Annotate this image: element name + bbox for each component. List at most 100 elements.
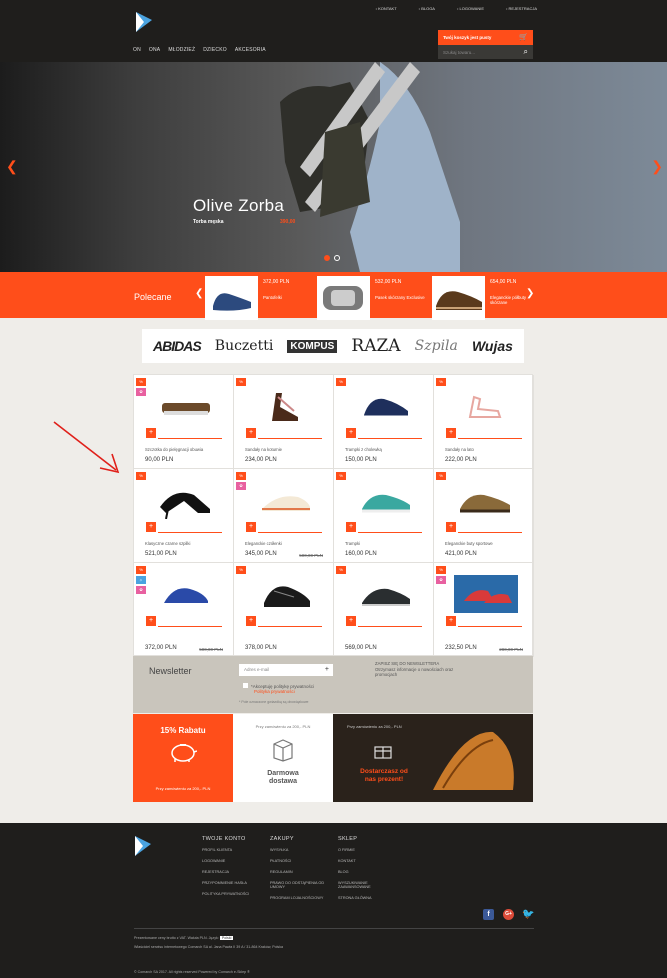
language-select[interactable]: Polski (219, 936, 234, 940)
product-name[interactable]: Sandały na koturnie (245, 447, 282, 452)
brand-logo[interactable]: ABIDAS (153, 338, 202, 354)
footer-link[interactable]: KONTAKT (338, 859, 388, 864)
product-image[interactable] (454, 481, 518, 519)
promo-free-shipping[interactable]: Przy zamówieniu za 200,- PLN Darmowa dos… (233, 714, 333, 802)
top-link-login[interactable]: LOGOWANIE (457, 6, 485, 11)
add-to-cart-button[interactable]: + (446, 428, 456, 438)
product-image[interactable] (354, 387, 418, 425)
product-card[interactable]: % +378,00 PLN (234, 563, 334, 657)
twitter-icon[interactable]: 🐦 (522, 909, 534, 920)
recommended-prev-icon[interactable]: ❮ (195, 288, 203, 299)
product-name[interactable]: Eleganckie czółenki (245, 541, 282, 546)
footer-link[interactable]: PROGRAM LOJALNOŚCIOWY (270, 896, 330, 901)
footer-link[interactable]: O FIRMIE (338, 848, 388, 853)
product-image[interactable] (254, 575, 318, 613)
product-image[interactable] (454, 387, 518, 425)
add-to-cart-button[interactable]: + (146, 522, 156, 532)
brand-logo[interactable]: RAZA (351, 336, 400, 356)
product-image[interactable] (154, 481, 218, 519)
add-to-cart-button[interactable]: + (346, 616, 356, 626)
add-to-cart-button[interactable]: + (246, 522, 256, 532)
promo-discount[interactable]: 15% Rabatu Przy zamówieniu za 200,- PLN (133, 714, 233, 802)
product-card[interactable]: % +569,00 PLN (334, 563, 434, 657)
footer-link[interactable]: PRAWO DO ODSTĄPIENIA OD UMOWY (270, 881, 330, 890)
footer-link[interactable]: PŁATNOŚCI (270, 859, 330, 864)
add-to-cart-button[interactable]: + (246, 428, 256, 438)
recommended-item[interactable]: 372,00 PLN Pantofelki (205, 276, 317, 320)
newsletter-email-field[interactable]: Adres e-mail + (239, 664, 333, 676)
add-to-cart-button[interactable]: + (146, 428, 156, 438)
add-to-cart-button[interactable]: + (346, 428, 356, 438)
footer-link[interactable]: REJESTRACJA (202, 870, 249, 875)
product-card[interactable]: % + Sandały na koturnie 234,00 PLN (234, 375, 334, 469)
checkbox-icon[interactable] (243, 683, 248, 688)
product-name[interactable]: Eleganckie buty sportowe (445, 541, 493, 546)
add-to-cart-button[interactable]: + (446, 616, 456, 626)
brand-logo[interactable]: KOMPUS (287, 339, 338, 353)
hero-next-arrow-icon[interactable]: ❯ (651, 158, 663, 175)
footer-link[interactable]: PRZYPOMNIENIE HASŁA (202, 881, 249, 886)
product-name[interactable]: Sandały na lato (445, 447, 474, 452)
brand-logo[interactable]: Wujas (472, 338, 513, 354)
footer-link[interactable]: POLITYKA PRYWATNOŚCI (202, 892, 249, 897)
brand-logo[interactable]: Szpila (415, 338, 458, 354)
product-card[interactable]: % + Eleganckie buty sportowe 421,00 PLN (434, 469, 534, 563)
product-card[interactable]: % + Trampki z cholewką 150,00 PLN (334, 375, 434, 469)
product-card[interactable]: % ☼ ✿ +372,00 PLN 500,00 PLN (134, 563, 234, 657)
top-link-blog[interactable]: BLOGA (419, 6, 435, 11)
product-image[interactable] (254, 481, 318, 519)
product-card[interactable]: % + Klasyczne czarne szpilki 521,00 PLN (134, 469, 234, 563)
hero-prev-arrow-icon[interactable]: ❮ (6, 158, 18, 175)
product-name[interactable]: Szczotka do pielęgnacji obuwia (145, 447, 203, 452)
nav-mlodziez[interactable]: MŁODZIEŻ (168, 47, 195, 53)
facebook-icon[interactable]: f (483, 909, 494, 920)
nav-dziecko[interactable]: DZIECKO (203, 47, 227, 53)
recommended-item[interactable]: 532,00 PLN Pasek skórzany Exclusive (317, 276, 429, 320)
product-image[interactable] (354, 481, 418, 519)
product-image[interactable] (154, 387, 218, 425)
footer-link[interactable]: BLOG (338, 870, 388, 875)
footer-link[interactable]: STRONA GŁÓWNA (338, 896, 388, 901)
footer-link[interactable]: WYSYŁKA (270, 848, 330, 853)
footer-link[interactable]: LOGOWANIE (202, 859, 249, 864)
search-icon[interactable]: ⌕ (524, 47, 528, 57)
product-card[interactable]: % ✿ + Eleganckie czółenki 345,00 PLN 500,00 P… (234, 469, 334, 563)
hero-dot-1[interactable] (324, 255, 330, 261)
logo[interactable] (136, 12, 152, 32)
newsletter-submit-icon[interactable]: + (325, 666, 329, 673)
nav-ona[interactable]: ONA (149, 47, 160, 53)
add-to-cart-button[interactable]: + (246, 616, 256, 626)
nav-akcesoria[interactable]: AKCESORIA (235, 47, 266, 53)
add-to-cart-button[interactable]: + (446, 522, 456, 532)
brand-logo[interactable]: Buczetti (215, 338, 274, 354)
add-to-cart-button[interactable]: + (146, 616, 156, 626)
search-input[interactable]: Szukaj towaru... ⌕ (438, 45, 533, 59)
product-card[interactable]: % + Trampki 160,00 PLN (334, 469, 434, 563)
top-link-register[interactable]: REJESTRACJA (506, 6, 537, 11)
nav-on[interactable]: ON (133, 47, 141, 53)
cart-button[interactable]: Twój koszyk jest pusty 🛒 (438, 30, 533, 45)
recommended-bar: Polecane ❮ ❯ 372,00 PLN Pantofelki 532,0… (0, 272, 667, 320)
product-name[interactable]: Trampki z cholewką (345, 447, 382, 452)
hero-banner[interactable]: Olive Zorba Torba męska 390,00 ❮ ❯ (0, 62, 667, 272)
product-image[interactable] (354, 575, 418, 613)
promo-gift[interactable]: Przy zamówieniu za 200,- PLN Dostarczasz… (333, 714, 533, 802)
product-card[interactable]: % ✿ + Szczotka do pielęgnacji obuwia 90,00 P… (134, 375, 234, 469)
product-card[interactable]: % + Sandały na lato 222,00 PLN (434, 375, 534, 469)
google-plus-icon[interactable]: G+ (503, 909, 514, 920)
add-to-cart-button[interactable]: + (346, 522, 356, 532)
product-name[interactable]: Klasyczne czarne szpilki (145, 541, 190, 546)
product-card[interactable]: % ✿ +232,50 PLN 280,00 PLN (434, 563, 534, 657)
product-image[interactable] (454, 575, 518, 613)
product-name[interactable]: Trampki (345, 541, 360, 546)
footer-link[interactable]: WYSZUKIWANIE ZAAWANSOWANE (338, 881, 388, 890)
top-link-contact[interactable]: KONTAKT (376, 6, 397, 11)
product-image[interactable] (154, 575, 218, 613)
privacy-link[interactable]: Polityka prywatności (254, 689, 295, 694)
footer-link[interactable]: PROFIL KLIENTA (202, 848, 249, 853)
hero-dot-2[interactable] (334, 255, 340, 261)
product-image[interactable] (254, 387, 318, 425)
footer-logo[interactable] (135, 836, 151, 856)
footer-link[interactable]: REGULAMIN (270, 870, 330, 875)
recommended-item[interactable]: 654,00 PLN Eleganckie półbuty skórzane (432, 276, 544, 320)
